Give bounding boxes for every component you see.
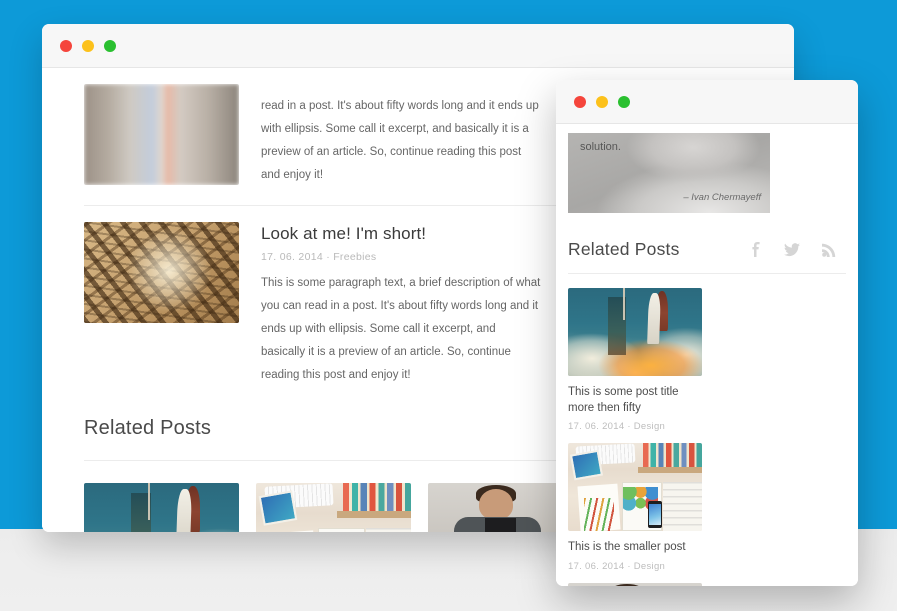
typography-collage-image <box>84 222 239 323</box>
zoom-button[interactable] <box>104 39 116 52</box>
twitter-icon[interactable] <box>784 242 800 257</box>
notebook-shape <box>318 527 365 532</box>
desk-flatlay-image <box>568 443 702 532</box>
paper-shape <box>266 530 317 532</box>
facebook-icon[interactable] <box>749 242 762 257</box>
front-related-divider <box>568 273 846 274</box>
pencils-shape <box>584 497 614 532</box>
blue-card-shape <box>569 449 604 481</box>
phone-shape <box>648 501 662 528</box>
front-browser-window[interactable]: solution. – Ivan Chermayeff Related Post… <box>556 80 858 586</box>
related-post-thumbnail[interactable] <box>256 483 411 532</box>
space-shuttle-launch-image <box>568 288 702 376</box>
article-thumbnail[interactable] <box>84 222 239 323</box>
desk-flatlay-image <box>256 483 411 532</box>
shirt-shape <box>485 517 517 532</box>
front-window-titlebar[interactable] <box>556 80 858 124</box>
blue-card-shape <box>258 490 298 527</box>
space-shuttle-launch-image <box>84 483 239 532</box>
close-button[interactable] <box>574 95 586 108</box>
screenshot-stage: read in a post. It's about fifty words l… <box>0 0 897 611</box>
main-window-titlebar[interactable] <box>42 24 794 68</box>
related-post-title[interactable]: This is some post title more then fifty <box>568 385 702 416</box>
related-post-meta: 17. 06. 2014 · Design <box>568 421 666 433</box>
magazine-shape <box>366 527 411 532</box>
related-posts-heading: Related Posts <box>568 239 680 259</box>
quote-text: solution. <box>580 141 621 153</box>
related-post-meta: 17. 06. 2014 · Design <box>568 560 666 572</box>
close-button[interactable] <box>60 39 72 52</box>
quote-card: solution. – Ivan Chermayeff <box>568 133 770 213</box>
article-excerpt: read in a post. It's about fifty words l… <box>261 100 539 181</box>
front-related-bar: Related Posts <box>568 213 846 260</box>
blurred-photo-image <box>84 84 239 185</box>
related-post-thumbnail[interactable] <box>568 443 702 532</box>
front-related-grid: This is some post title more then fifty … <box>568 288 846 586</box>
related-post-card[interactable]: Just a post title here 17. 06. 2014 · De… <box>568 582 702 586</box>
shuttle-body-shape <box>647 293 662 345</box>
man-with-laptop-image <box>568 582 702 586</box>
related-post-title[interactable]: This is the smaller post <box>568 540 702 556</box>
quote-author: – Ivan Chermayeff <box>683 192 761 203</box>
magazine-shape <box>663 481 702 532</box>
shuttle-body-shape <box>175 489 192 532</box>
zoom-button[interactable] <box>618 95 630 108</box>
books-shape <box>643 443 702 467</box>
related-post-thumbnail[interactable] <box>568 288 702 376</box>
related-post-card[interactable]: This is some post title with more then f… <box>84 483 239 532</box>
launch-mast-shape <box>147 483 151 520</box>
books-shape <box>342 483 411 511</box>
head-shape <box>479 489 514 520</box>
launch-mast-shape <box>622 288 626 320</box>
article-excerpt: This is some paragraph text, a brief des… <box>261 277 541 382</box>
shelf-shape <box>637 466 702 473</box>
related-post-card[interactable]: This is some post title more then fifty … <box>568 288 702 432</box>
minimize-button[interactable] <box>596 95 608 108</box>
social-links <box>749 242 846 260</box>
related-post-thumbnail[interactable] <box>568 582 702 586</box>
article-thumbnail[interactable] <box>84 84 239 185</box>
shelf-shape <box>336 510 411 518</box>
related-post-thumbnail[interactable] <box>84 483 239 532</box>
related-post-card[interactable]: This is the smaller post 17. 06. 2014 · … <box>568 443 702 572</box>
related-post-card[interactable]: This is the smaller post title 17. 06. 2… <box>256 483 411 532</box>
minimize-button[interactable] <box>82 39 94 52</box>
hair-shape <box>609 584 645 586</box>
front-window-content: solution. – Ivan Chermayeff Related Post… <box>556 124 858 586</box>
rss-icon[interactable] <box>822 243 836 257</box>
